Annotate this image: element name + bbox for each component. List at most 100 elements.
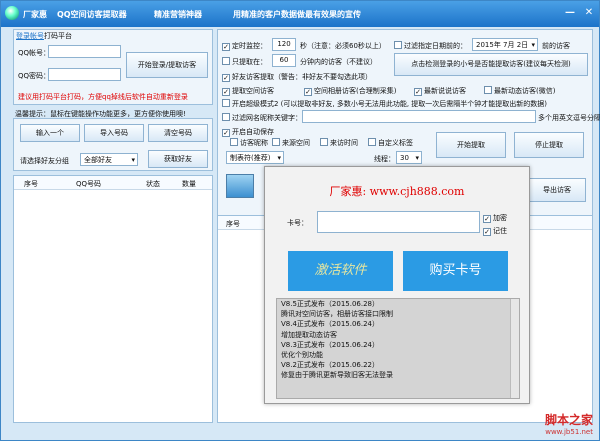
check-icon: ✓ bbox=[304, 88, 312, 96]
import-numbers-button[interactable]: 导入号码 bbox=[84, 124, 144, 142]
watermark-main: 脚本之家 bbox=[544, 413, 593, 427]
space-visitor-checkbox[interactable]: ✓ 提取空间访客 bbox=[222, 86, 274, 96]
activate-software-button[interactable]: 激活软件 bbox=[288, 251, 393, 291]
filter-date-label: 过滤指定日期前的： bbox=[404, 42, 467, 50]
title-tool: 精准营销神器 bbox=[154, 10, 202, 19]
timer-input[interactable]: 120 bbox=[272, 38, 296, 51]
checkbox-box bbox=[484, 86, 492, 94]
group-select[interactable]: 全部好友 bbox=[80, 153, 138, 166]
login-panel: 登录帐号 打码平台 QQ帐号： QQ密码： 开始登录/提取访客 建议用打码平台打… bbox=[13, 29, 213, 105]
title-bar: 厂家惠 QQ空间访客提取器 精准营销神器 用精准的客户数据做最有效果的宣传 — … bbox=[1, 1, 599, 27]
changelog-line: V8.4正式发布（2015.06.24） bbox=[281, 320, 379, 329]
save-tag-label: 自定义标签 bbox=[378, 139, 413, 147]
monitor-icon[interactable] bbox=[226, 174, 254, 198]
checkbox-box bbox=[230, 138, 238, 146]
close-button[interactable]: ✕ bbox=[580, 5, 598, 21]
title-brand: 厂家惠 bbox=[23, 10, 47, 19]
encrypt-checkbox[interactable]: ✓ 加密 bbox=[483, 213, 507, 223]
timer-label: 定时监控： bbox=[232, 42, 267, 50]
watermark: 脚本之家 www.jb51.net bbox=[545, 411, 593, 436]
check-icon: ✓ bbox=[222, 43, 230, 51]
save-nickname-checkbox[interactable]: 访客昵称 bbox=[230, 138, 268, 148]
changelog: V8.5正式发布（2015.06.28） 腾讯对空间访客，相册访客接口限制 V8… bbox=[276, 298, 520, 399]
changelog-line: V8.5正式发布（2015.06.28） bbox=[281, 300, 379, 308]
friend-panel: 输入一个 导入号码 清空号码 请选择好友分组 全部好友 获取好友 bbox=[13, 118, 213, 171]
title-app-name: QQ空间访客提取器 bbox=[57, 10, 127, 19]
save-source-checkbox[interactable]: 来源空间 bbox=[272, 138, 310, 148]
keyword-hint: 多个用英文逗号分隔 bbox=[538, 114, 600, 122]
friend-visitor-label: 好友访客提取（警告：非好友不要勾选此项） bbox=[232, 73, 372, 81]
export-visitors-button[interactable]: 导出访客 bbox=[528, 178, 586, 202]
save-source-label: 来源空间 bbox=[282, 139, 310, 147]
filter-date-checkbox[interactable]: 过滤指定日期前的： bbox=[394, 41, 467, 51]
minimize-button[interactable]: — bbox=[561, 5, 579, 21]
changelog-line: V8.3正式发布（2015.06.24） bbox=[281, 340, 379, 349]
timer-note: 秒（注意：必须60秒以上） bbox=[300, 42, 386, 50]
checkbox-box bbox=[222, 99, 230, 107]
keyword-filter-checkbox[interactable]: 过滤网名昵称关键字： bbox=[222, 113, 302, 123]
popup-headline: 厂家惠: www.cjh888.com bbox=[329, 185, 465, 198]
format-select[interactable]: 制表符(推荐) bbox=[226, 151, 284, 164]
auto-save-checkbox[interactable]: ✓ 开启自动保存 bbox=[222, 127, 274, 137]
remember-label: 记住 bbox=[493, 227, 507, 235]
changelog-scrollbar[interactable] bbox=[510, 299, 519, 398]
activation-dialog: 厂家惠: www.cjh888.com 卡号： ✓ 加密 ✓ 记住 激活软件 购买卡… bbox=[264, 166, 530, 404]
buy-card-button[interactable]: 购买卡号 bbox=[403, 251, 508, 291]
save-time-checkbox[interactable]: 来访时间 bbox=[320, 138, 358, 148]
space-visitor-label: 提取空间访客 bbox=[232, 87, 274, 95]
friend-table-header: 序号 QQ号码 状态 数量 bbox=[14, 176, 212, 190]
limit-note: 分钟内的访客（不建议） bbox=[300, 58, 377, 66]
checkbox-box bbox=[222, 57, 230, 65]
stop-extract-button[interactable]: 停止提取 bbox=[514, 132, 584, 158]
album-visitor-checkbox[interactable]: ✓ 空间相册访客(合理制采集) bbox=[304, 86, 396, 96]
timer-checkbox[interactable]: ✓ 定时监控： bbox=[222, 41, 267, 51]
qq-password-input[interactable] bbox=[48, 68, 121, 81]
date-picker[interactable]: 2015年 7月 2日 bbox=[472, 38, 538, 51]
detect-button[interactable]: 点击检测登录的小号是否能提取访客(建议每天检测) bbox=[394, 53, 588, 76]
changelog-line: 腾讯对空间访客，相册访客接口限制 bbox=[281, 310, 393, 319]
check-icon: ✓ bbox=[222, 129, 230, 137]
super-mode-checkbox[interactable]: 开启超级模式2 (可以提取非好友, 多数小号无法用此功能, 提取一次后需隔半个钟… bbox=[222, 99, 547, 109]
start-extract-button[interactable]: 开始提取 bbox=[436, 132, 506, 158]
status-visitor-checkbox[interactable]: ✓ 最新说说访客 bbox=[414, 86, 466, 96]
keyword-label: 过滤网名昵称关键字： bbox=[232, 114, 302, 122]
card-number-label: 卡号： bbox=[287, 219, 308, 227]
import-one-button[interactable]: 输入一个 bbox=[20, 124, 80, 142]
qq-account-input[interactable] bbox=[48, 45, 121, 58]
get-friends-button[interactable]: 获取好友 bbox=[148, 150, 208, 168]
checkbox-box bbox=[320, 138, 328, 146]
card-number-input[interactable] bbox=[317, 211, 480, 233]
app-window: 厂家惠 QQ空间访客提取器 精准营销神器 用精准的客户数据做最有效果的宣传 — … bbox=[0, 0, 600, 441]
dynamic-visitor-checkbox[interactable]: 最新动态访客(微信) bbox=[484, 86, 555, 96]
tab-login-account[interactable]: 登录帐号 bbox=[16, 31, 44, 41]
col-count: 数量 bbox=[182, 180, 196, 188]
check-icon: ✓ bbox=[222, 88, 230, 96]
qq-account-label: QQ帐号： bbox=[18, 49, 51, 57]
tab-captcha-platform[interactable]: 打码平台 bbox=[44, 31, 72, 41]
check-icon: ✓ bbox=[414, 88, 422, 96]
save-tag-checkbox[interactable]: 自定义标签 bbox=[368, 138, 413, 148]
check-icon: ✓ bbox=[222, 74, 230, 82]
changelog-line: 增加提取动态访客 bbox=[281, 330, 337, 339]
check-icon: ✓ bbox=[483, 215, 491, 223]
clear-numbers-button[interactable]: 清空号码 bbox=[148, 124, 208, 142]
col-status: 状态 bbox=[146, 180, 160, 188]
checkbox-box bbox=[394, 41, 402, 49]
save-time-label: 来访时间 bbox=[330, 139, 358, 147]
keyword-input[interactable] bbox=[302, 110, 536, 123]
col-qq: QQ号码 bbox=[76, 180, 102, 188]
status-visitor-label: 最新说说访客 bbox=[424, 87, 466, 95]
limit-input[interactable]: 60 bbox=[272, 54, 296, 67]
qq-password-label: QQ密码： bbox=[18, 72, 51, 80]
login-extract-button[interactable]: 开始登录/提取访客 bbox=[126, 52, 208, 78]
changelog-line: V8.2正式发布（2015.06.22） bbox=[281, 361, 379, 370]
threads-label: 线程： bbox=[374, 155, 395, 163]
limit-label: 只提取在： bbox=[232, 58, 267, 66]
friend-visitor-checkbox[interactable]: ✓ 好友访客提取（警告：非好友不要勾选此项） bbox=[222, 72, 372, 82]
checkbox-box bbox=[368, 138, 376, 146]
limit-checkbox[interactable]: 只提取在： bbox=[222, 57, 267, 67]
watermark-sub: www.jb51.net bbox=[545, 428, 593, 436]
remember-checkbox[interactable]: ✓ 记住 bbox=[483, 226, 507, 236]
login-tip: 建议用打码平台打码，方便qq掉线后软件自动重新登录 bbox=[18, 93, 188, 101]
threads-select[interactable]: 30 bbox=[396, 151, 422, 164]
